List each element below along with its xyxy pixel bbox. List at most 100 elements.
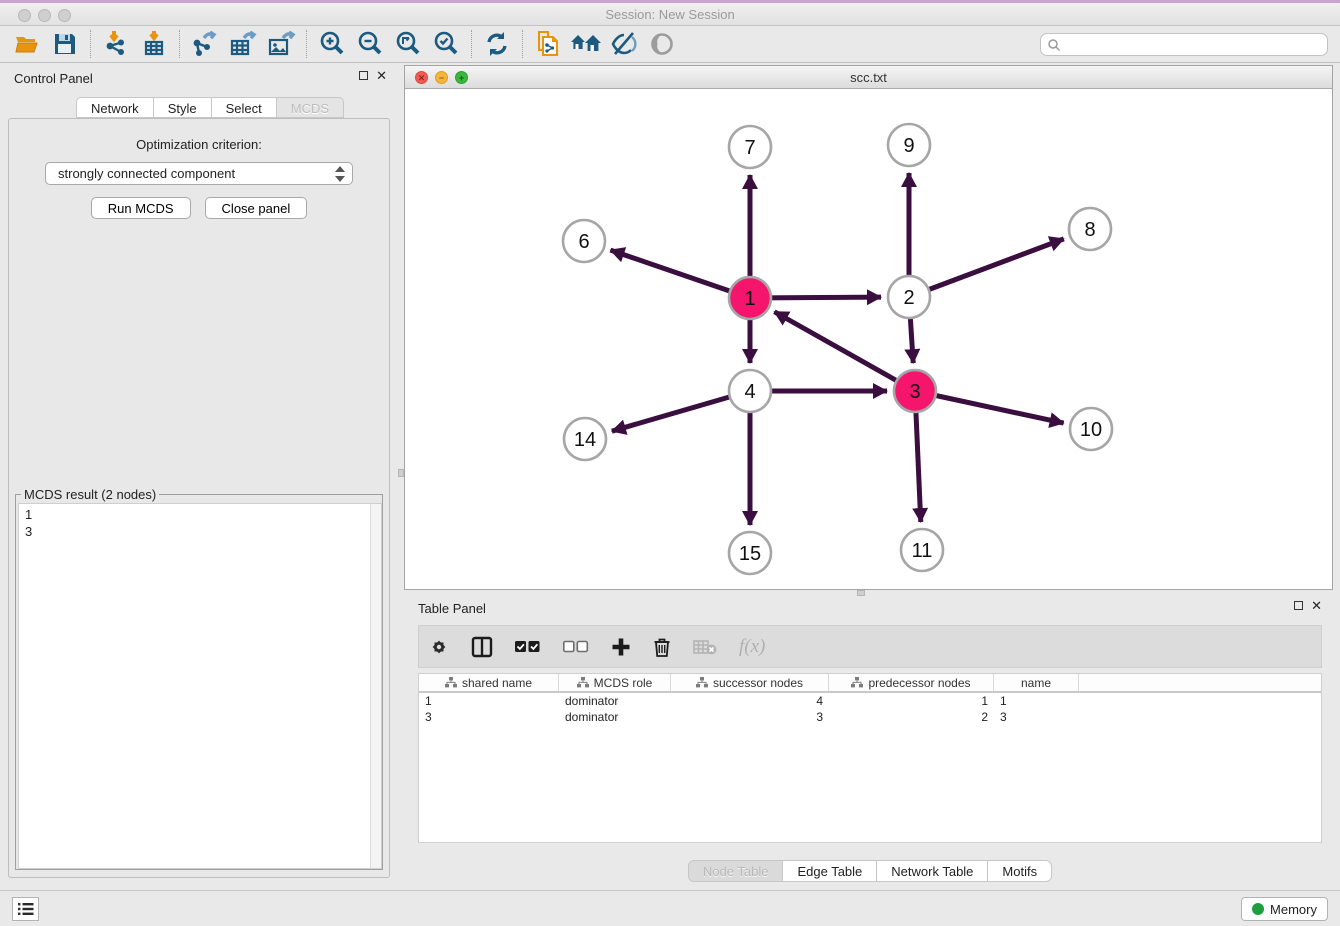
toolbar-separator [522, 30, 523, 58]
svg-text:3: 3 [909, 381, 920, 403]
network-canvas[interactable]: 7 9 6 8 1 2 4 3 14 10 15 11 [405, 89, 1332, 589]
tab-network[interactable]: Network [76, 97, 154, 118]
import-table-icon[interactable] [135, 29, 173, 59]
table-panel-float-icon[interactable] [1294, 601, 1303, 610]
column-header-label: predecessor nodes [868, 676, 970, 690]
search-field[interactable] [1040, 33, 1328, 56]
delete-column-icon[interactable] [653, 637, 671, 657]
result-scrollbar[interactable] [370, 504, 381, 868]
graph-node-1[interactable]: 1 [729, 277, 771, 319]
export-network-icon[interactable] [186, 29, 224, 59]
zoom-selected-icon[interactable] [427, 29, 465, 59]
graph-node-10[interactable]: 10 [1070, 408, 1112, 450]
column-header-successor-nodes[interactable]: successor nodes [671, 674, 829, 691]
node-table[interactable]: shared name MCDS role successor nodes prede… [418, 673, 1322, 843]
column-header-predecessor-nodes[interactable]: predecessor nodes [829, 674, 994, 691]
graph-node-7[interactable]: 7 [729, 126, 771, 168]
table-cell[interactable]: 4 [671, 693, 829, 709]
hierarchy-icon [696, 677, 708, 688]
optimization-criterion-dropdown[interactable]: strongly connected component [45, 162, 353, 185]
open-session-icon[interactable] [8, 29, 46, 59]
graph-node-4[interactable]: 4 [729, 370, 771, 412]
svg-text:7: 7 [744, 137, 755, 159]
column-header-label: successor nodes [713, 676, 803, 690]
table-cell[interactable]: 2 [829, 709, 994, 725]
table-row[interactable]: 3dominator323 [419, 709, 1321, 725]
tab-network-table[interactable]: Network Table [877, 860, 988, 882]
search-icon [1047, 38, 1061, 52]
tab-edge-table[interactable]: Edge Table [783, 860, 877, 882]
graph-edge-2-8[interactable] [909, 239, 1064, 297]
refresh-icon[interactable] [478, 29, 516, 59]
svg-text:2: 2 [903, 287, 914, 309]
graph-edge-3-1[interactable] [774, 312, 915, 391]
graph-node-8[interactable]: 8 [1069, 208, 1111, 250]
home-icon[interactable] [567, 29, 605, 59]
graph-node-11[interactable]: 11 [901, 529, 943, 571]
show-column-panel-icon[interactable] [471, 636, 493, 658]
vertical-splitter-grip[interactable] [398, 469, 404, 477]
table-cell[interactable]: 3 [994, 709, 1079, 725]
tab-select[interactable]: Select [212, 97, 277, 118]
control-panel-float-icon[interactable] [359, 71, 368, 80]
graph-node-6[interactable]: 6 [563, 220, 605, 262]
unselect-all-columns-icon[interactable] [563, 640, 589, 653]
table-cell[interactable]: 1 [994, 693, 1079, 709]
create-column-icon[interactable] [611, 637, 631, 657]
memory-button[interactable]: Memory [1241, 897, 1328, 921]
graph-node-9[interactable]: 9 [888, 124, 930, 166]
table-panel-title: Table Panel [418, 601, 486, 616]
mcds-result-text: 1 3 [19, 504, 370, 868]
toolbar-separator [306, 30, 307, 58]
table-cell[interactable]: dominator [559, 693, 671, 709]
column-header-shared-name[interactable]: shared name [419, 674, 559, 691]
function-builder-icon[interactable]: f(x) [739, 636, 765, 658]
table-panel-close-icon[interactable]: ✕ [1311, 601, 1322, 610]
import-network-icon[interactable] [97, 29, 135, 59]
toolbar-separator [471, 30, 472, 58]
eye-icon[interactable] [643, 29, 681, 59]
table-row[interactable]: 1dominator411 [419, 693, 1321, 709]
control-panel-close-icon[interactable]: ✕ [376, 71, 387, 80]
export-image-icon[interactable] [262, 29, 300, 59]
table-cell[interactable]: 1 [829, 693, 994, 709]
export-table-icon[interactable] [224, 29, 262, 59]
task-history-button[interactable] [12, 897, 39, 921]
search-input[interactable] [1061, 38, 1327, 52]
select-all-columns-icon[interactable] [515, 640, 541, 653]
graph-node-14[interactable]: 14 [564, 418, 606, 460]
svg-text:15: 15 [739, 543, 761, 565]
svg-text:1: 1 [744, 288, 755, 310]
graph-node-3[interactable]: 3 [894, 370, 936, 412]
column-header-name[interactable]: name [994, 674, 1079, 691]
tab-motifs[interactable]: Motifs [988, 860, 1052, 882]
svg-text:9: 9 [903, 135, 914, 157]
graph-edge-3-10[interactable] [915, 391, 1064, 423]
zoom-fit-icon[interactable] [389, 29, 427, 59]
table-cell[interactable]: dominator [559, 709, 671, 725]
hide-details-icon[interactable] [605, 29, 643, 59]
graph-node-2[interactable]: 2 [888, 276, 930, 318]
table-toolbar: f(x) [418, 625, 1322, 668]
svg-text:4: 4 [744, 381, 755, 403]
table-cell[interactable]: 1 [419, 693, 559, 709]
save-session-icon[interactable] [46, 29, 84, 59]
column-header-label: shared name [462, 676, 532, 690]
table-cell[interactable]: 3 [419, 709, 559, 725]
tab-mcds[interactable]: MCDS [277, 97, 344, 118]
clone-network-icon[interactable] [529, 29, 567, 59]
zoom-in-icon[interactable] [313, 29, 351, 59]
column-header-label: name [1021, 676, 1051, 690]
graph-node-15[interactable]: 15 [729, 532, 771, 574]
tab-style[interactable]: Style [154, 97, 212, 118]
column-header-MCDS-role[interactable]: MCDS role [559, 674, 671, 691]
hierarchy-icon [851, 677, 863, 688]
table-cell[interactable]: 3 [671, 709, 829, 725]
run-mcds-button[interactable]: Run MCDS [91, 197, 191, 219]
zoom-out-icon[interactable] [351, 29, 389, 59]
tab-node-table[interactable]: Node Table [688, 860, 784, 882]
network-view-titlebar: ✕ − + scc.txt [405, 66, 1332, 89]
delete-table-icon[interactable] [693, 639, 717, 655]
close-panel-button[interactable]: Close panel [205, 197, 308, 219]
table-settings-icon[interactable] [429, 637, 449, 657]
